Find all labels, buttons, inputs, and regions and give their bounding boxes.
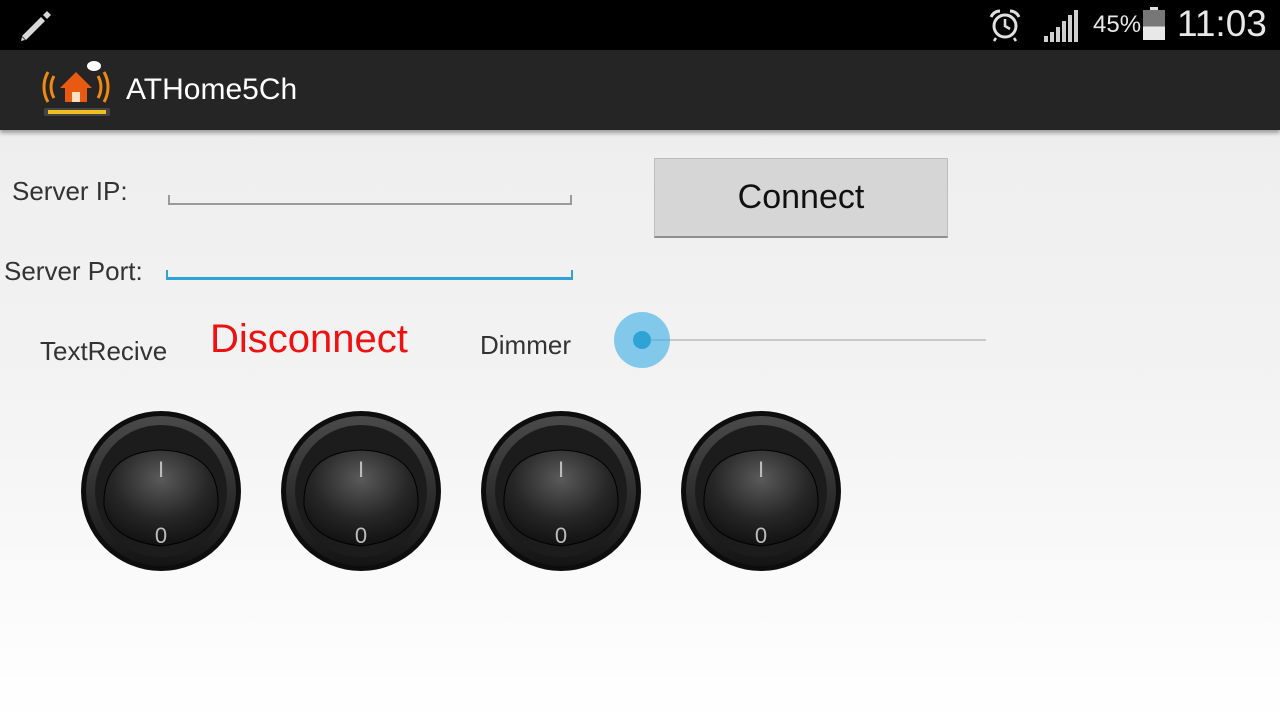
- server-port-label: Server Port:: [4, 256, 143, 286]
- slider-track[interactable]: [642, 339, 986, 341]
- server-ip-label: Server IP:: [12, 176, 128, 206]
- home-wifi-logo[interactable]: [38, 58, 120, 120]
- dimmer-slider[interactable]: [612, 310, 988, 370]
- server-ip-input[interactable]: [168, 195, 572, 205]
- dimmer-label: Dimmer: [480, 330, 571, 360]
- switch-off-label: 0: [154, 523, 168, 548]
- status-bar: 45% 11:03: [0, 0, 1280, 50]
- connect-button[interactable]: Connect: [654, 158, 948, 238]
- switch-off-label: 0: [754, 523, 768, 548]
- alarm-icon: [989, 9, 1021, 42]
- rotary-switch-4[interactable]: I0: [680, 410, 842, 572]
- rotary-switch-3[interactable]: I0: [480, 410, 642, 572]
- signal-icon: [1044, 10, 1078, 42]
- action-bar: ATHome5Ch: [0, 50, 1280, 130]
- battery-icon: [1143, 7, 1165, 40]
- switch-on-label: I: [157, 457, 165, 482]
- edit-icon: [21, 11, 51, 41]
- text-receive-label: TextRecive: [40, 336, 168, 366]
- connection-status: Disconnect: [210, 317, 408, 361]
- switch-off-label: 0: [554, 523, 568, 548]
- rotary-switch-1[interactable]: I0: [80, 410, 242, 572]
- switch-on-label: I: [557, 457, 565, 482]
- slider-thumb[interactable]: [633, 331, 651, 349]
- switch-off-label: 0: [354, 523, 368, 548]
- battery-percent: 45%: [1093, 11, 1142, 38]
- server-port-input[interactable]: [166, 270, 573, 280]
- clock: 11:03: [1177, 3, 1267, 44]
- switch-on-label: I: [357, 457, 365, 482]
- switch-on-label: I: [757, 457, 765, 482]
- app-title: ATHome5Ch: [126, 73, 298, 106]
- rotary-switch-2[interactable]: I0: [280, 410, 442, 572]
